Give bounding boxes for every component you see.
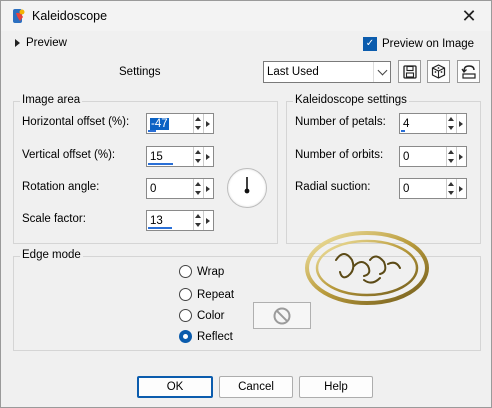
- edge-mode-repeat-label: Repeat: [197, 288, 235, 301]
- spin-menu-icon[interactable]: [455, 147, 466, 166]
- number-of-petals-spinbox[interactable]: 4: [399, 113, 467, 134]
- save-preset-button[interactable]: [398, 60, 421, 83]
- help-button[interactable]: Help: [299, 376, 373, 398]
- cancel-button[interactable]: Cancel: [219, 376, 293, 398]
- preview-label: Preview: [26, 37, 67, 49]
- spin-down-icon[interactable]: [194, 221, 202, 231]
- horizontal-offset-label: Horizontal offset (%):: [22, 116, 130, 128]
- settings-label: Settings: [119, 66, 161, 78]
- vertical-offset-input[interactable]: 15: [150, 151, 163, 163]
- spin-up-icon[interactable]: [447, 114, 455, 124]
- spin-menu-icon[interactable]: [202, 211, 213, 230]
- edge-mode-repeat-radio[interactable]: Repeat: [179, 288, 234, 301]
- spin-menu-icon[interactable]: [202, 147, 213, 166]
- radial-suction-spinbox[interactable]: 0: [399, 178, 467, 199]
- horizontal-offset-input[interactable]: -47: [150, 117, 169, 130]
- edge-mode-title: Edge mode: [20, 249, 83, 261]
- spin-menu-icon[interactable]: [202, 179, 213, 198]
- number-of-petals-input[interactable]: 4: [403, 118, 409, 130]
- angle-dial-icon: [244, 177, 250, 194]
- edge-mode-reflect-label: Reflect: [197, 330, 233, 343]
- spin-down-icon[interactable]: [447, 157, 455, 167]
- radial-suction-label: Radial suction:: [295, 181, 371, 193]
- scale-factor-slider[interactable]: [148, 227, 172, 229]
- horizontal-offset-slider[interactable]: [148, 130, 156, 132]
- vertical-offset-slider[interactable]: [148, 163, 173, 165]
- number-of-orbits-label: Number of orbits:: [295, 149, 384, 161]
- checkmark-icon: ✓: [363, 37, 377, 51]
- spin-menu-icon[interactable]: [455, 179, 466, 198]
- number-of-petals-label: Number of petals:: [295, 116, 386, 128]
- spin-up-icon[interactable]: [194, 211, 202, 221]
- scale-factor-input[interactable]: 13: [150, 215, 163, 227]
- number-of-petals-slider[interactable]: [401, 130, 405, 132]
- kaleidoscope-settings-title: Kaleidoscope settings: [293, 94, 409, 106]
- edge-mode-reflect-radio[interactable]: Reflect: [179, 330, 233, 343]
- spin-down-icon[interactable]: [194, 157, 202, 167]
- expand-arrow-icon: [15, 39, 20, 47]
- scale-factor-label: Scale factor:: [22, 213, 86, 225]
- random-parameters-button[interactable]: [427, 60, 450, 83]
- ok-label: OK: [166, 381, 184, 393]
- watermark-logo: [305, 231, 429, 305]
- app-icon: [13, 9, 25, 23]
- vertical-offset-label: Vertical offset (%):: [22, 149, 116, 161]
- number-of-orbits-spinbox[interactable]: 0: [399, 146, 467, 167]
- edge-color-swatch[interactable]: [253, 302, 311, 329]
- spin-down-icon[interactable]: [447, 124, 455, 134]
- rotation-angle-dial[interactable]: [227, 168, 267, 208]
- help-label: Help: [324, 381, 348, 393]
- close-icon: ✕: [461, 5, 477, 26]
- spin-up-icon[interactable]: [447, 179, 455, 189]
- image-area-title: Image area: [20, 94, 83, 106]
- settings-preset-value: Last Used: [267, 66, 319, 78]
- edge-mode-wrap-label: Wrap: [197, 265, 225, 278]
- spin-down-icon[interactable]: [194, 124, 202, 134]
- cube-icon: [431, 64, 446, 79]
- radio-icon: [179, 265, 192, 278]
- spin-down-icon[interactable]: [447, 189, 455, 199]
- spin-down-icon[interactable]: [194, 189, 202, 199]
- spin-menu-icon[interactable]: [455, 114, 466, 133]
- edge-mode-wrap-radio[interactable]: Wrap: [179, 265, 224, 278]
- reset-defaults-button[interactable]: [457, 60, 480, 83]
- number-of-orbits-input[interactable]: 0: [403, 151, 409, 163]
- cancel-label: Cancel: [238, 381, 274, 393]
- vertical-offset-spinbox[interactable]: 15: [146, 146, 214, 167]
- window-title: Kaleidoscope: [32, 9, 108, 23]
- settings-preset-dropdown[interactable]: Last Used: [263, 61, 391, 83]
- title-bar: Kaleidoscope ✕: [1, 1, 491, 31]
- save-preset-icon: [402, 64, 417, 79]
- ok-button[interactable]: OK: [137, 376, 213, 398]
- spin-up-icon[interactable]: [447, 147, 455, 157]
- chevron-down-icon: [373, 62, 390, 82]
- edge-mode-color-label: Color: [197, 309, 225, 322]
- radio-icon: [179, 288, 192, 301]
- rotation-angle-spinbox[interactable]: 0: [146, 178, 214, 199]
- scale-factor-spinbox[interactable]: 13: [146, 210, 214, 231]
- radio-icon: [179, 309, 192, 322]
- preview-expander[interactable]: Preview: [15, 37, 67, 49]
- close-button[interactable]: ✕: [449, 1, 489, 31]
- radial-suction-input[interactable]: 0: [403, 183, 409, 195]
- spin-up-icon[interactable]: [194, 147, 202, 157]
- rotation-angle-input[interactable]: 0: [150, 183, 156, 195]
- spin-menu-icon[interactable]: [202, 114, 213, 133]
- spin-up-icon[interactable]: [194, 114, 202, 124]
- no-color-icon: [273, 307, 291, 324]
- rotation-angle-label: Rotation angle:: [22, 181, 100, 193]
- spin-up-icon[interactable]: [194, 179, 202, 189]
- reset-icon: [460, 64, 476, 79]
- preview-on-image-label: Preview on Image: [382, 38, 475, 50]
- preview-on-image-checkbox[interactable]: ✓ Preview on Image: [363, 37, 474, 51]
- kaleidoscope-dialog: Kaleidoscope ✕ Preview ✓ Preview on Imag…: [0, 0, 492, 408]
- edge-mode-color-radio[interactable]: Color: [179, 309, 224, 322]
- horizontal-offset-spinbox[interactable]: -47: [146, 113, 214, 134]
- radio-selected-icon: [179, 330, 192, 343]
